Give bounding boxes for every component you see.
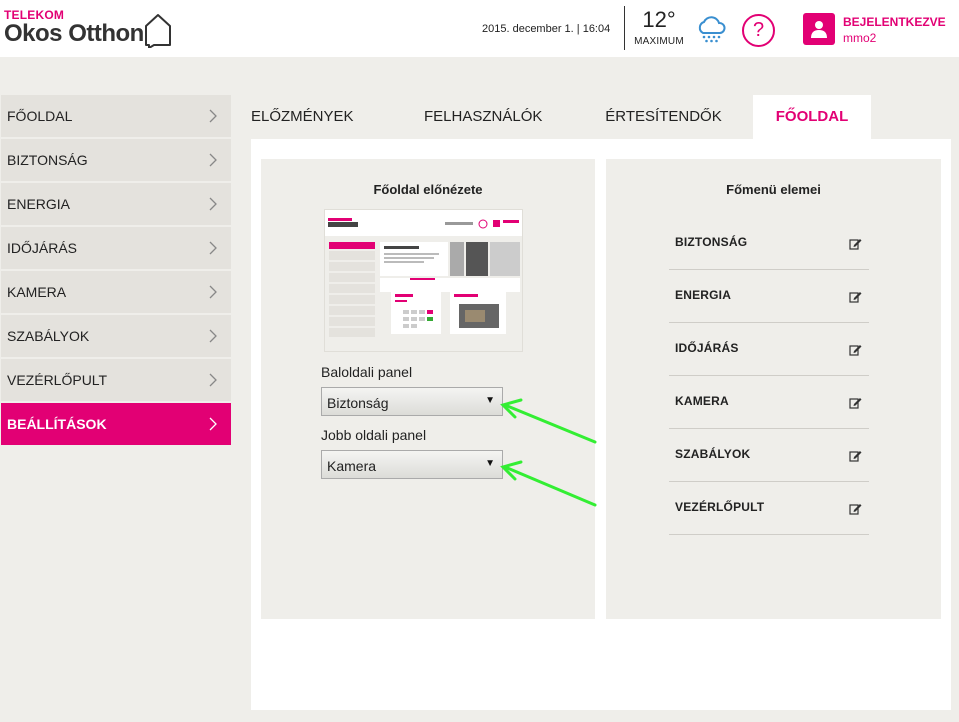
menu-item-vezerlopult: VEZÉRLŐPULT (669, 482, 869, 535)
temperature-value: 12° (642, 7, 676, 32)
edit-icon[interactable] (849, 343, 862, 356)
right-panel-label: Jobb oldali panel (321, 427, 427, 443)
menu-item-label: ENERGIA (675, 288, 732, 302)
help-icon[interactable]: ? (742, 14, 775, 47)
brand-main-text: Okos Otthon (4, 20, 144, 47)
menu-item-label: VEZÉRLŐPULT (675, 500, 765, 514)
house-speech-icon (145, 14, 171, 48)
right-panel-select[interactable]: Kamera ▼ (321, 450, 503, 479)
sidebar-item-label: FŐOLDAL (7, 108, 73, 124)
menu-item-label: SZABÁLYOK (675, 447, 751, 461)
sidebar-item-kamera[interactable]: KAMERA (1, 271, 231, 313)
sidebar-item-idojaras[interactable]: IDŐJÁRÁS (1, 227, 231, 269)
menu-item-idojaras: IDŐJÁRÁS (669, 323, 869, 376)
sidebar-item-label: ENERGIA (7, 196, 71, 212)
sidebar-item-label: VEZÉRLŐPULT (7, 372, 108, 388)
user-icon (811, 21, 827, 38)
caret-down-icon: ▼ (485, 395, 495, 406)
header-divider (624, 6, 625, 50)
sidebar-item-szabalyok[interactable]: SZABÁLYOK (1, 315, 231, 357)
main-menu-card: Főmenü elemei BIZTONSÁG ENERGIA IDŐJÁRÁS… (606, 159, 941, 619)
edit-icon[interactable] (849, 502, 862, 515)
chevron-right-icon (209, 285, 217, 299)
chevron-right-icon (209, 197, 217, 211)
homepage-preview-thumbnail (324, 209, 523, 352)
tab-elozmenyek[interactable]: ELŐZMÉNYEK (251, 95, 354, 139)
left-panel-select[interactable]: Biztonság ▼ (321, 387, 503, 416)
preview-thumbnail-image (325, 210, 522, 337)
chevron-right-icon (209, 241, 217, 255)
menu-item-label: IDŐJÁRÁS (675, 341, 739, 355)
temperature-widget: 12° MAXIMUM (630, 7, 688, 48)
preview-title: Főoldal előnézete (373, 182, 483, 197)
tab-felhasznalok[interactable]: FELHASZNÁLÓK (424, 95, 542, 139)
menu-item-energia: ENERGIA (669, 270, 869, 323)
sidebar-item-vezerlopult[interactable]: VEZÉRLŐPULT (1, 359, 231, 401)
brand-logo[interactable]: TELEKOM Okos Otthon (4, 9, 144, 47)
edit-icon[interactable] (849, 396, 862, 409)
sidebar-item-fooldal[interactable]: FŐOLDAL (1, 95, 231, 137)
sidebar-item-energia[interactable]: ENERGIA (1, 183, 231, 225)
temperature-label: MAXIMUM (634, 36, 684, 47)
right-panel-selected: Kamera (327, 458, 377, 474)
sidebar-item-label: SZABÁLYOK (7, 328, 90, 344)
chevron-right-icon (209, 329, 217, 343)
sidebar-item-label: KAMERA (7, 284, 67, 300)
tab-fooldal[interactable]: FŐOLDAL (753, 95, 871, 139)
edit-icon[interactable] (849, 290, 862, 303)
main-menu-list: BIZTONSÁG ENERGIA IDŐJÁRÁS KAMERA SZABÁL… (669, 217, 869, 535)
settings-tabs: ELŐZMÉNYEK FELHASZNÁLÓK ÉRTESÍTENDŐK FŐO… (251, 95, 951, 139)
main-menu-title: Főmenü elemei (726, 182, 821, 197)
chevron-right-icon (209, 109, 217, 123)
homepage-preview-card: Főoldal előnézete Baloldali panel Bizton… (261, 159, 595, 619)
sidebar-item-label: BIZTONSÁG (7, 152, 88, 168)
left-panel-label: Baloldali panel (321, 364, 413, 380)
chevron-right-icon (209, 153, 217, 167)
login-status[interactable]: BEJELENTKEZVE (843, 15, 946, 29)
sidebar-item-label: IDŐJÁRÁS (7, 240, 78, 256)
annotation-arrows (500, 398, 597, 507)
user-name[interactable]: mmo2 (843, 31, 876, 45)
caret-down-icon: ▼ (485, 458, 495, 469)
menu-item-label: BIZTONSÁG (675, 235, 748, 249)
chevron-right-icon (209, 417, 217, 431)
tab-ertesitendok[interactable]: ÉRTESÍTENDŐK (601, 95, 726, 139)
left-panel-selected: Biztonság (327, 395, 389, 411)
rain-cloud-icon (698, 16, 726, 43)
menu-item-szabalyok: SZABÁLYOK (669, 429, 869, 482)
user-avatar[interactable] (803, 13, 835, 45)
header: TELEKOM Okos Otthon 2015. december 1. | … (0, 0, 959, 57)
menu-item-kamera: KAMERA (669, 376, 869, 429)
edit-icon[interactable] (849, 237, 862, 250)
menu-item-label: KAMERA (675, 394, 729, 408)
menu-item-biztonsag: BIZTONSÁG (669, 217, 869, 270)
sidebar-item-beallitasok[interactable]: BEÁLLÍTÁSOK (1, 403, 231, 445)
sidebar-item-biztonsag[interactable]: BIZTONSÁG (1, 139, 231, 181)
sidebar-nav: FŐOLDAL BIZTONSÁG ENERGIA IDŐJÁRÁS KAMER… (1, 95, 231, 447)
edit-icon[interactable] (849, 449, 862, 462)
sidebar-item-label: BEÁLLÍTÁSOK (7, 416, 107, 432)
chevron-right-icon (209, 373, 217, 387)
date-time: 2015. december 1. | 16:04 (482, 23, 611, 35)
